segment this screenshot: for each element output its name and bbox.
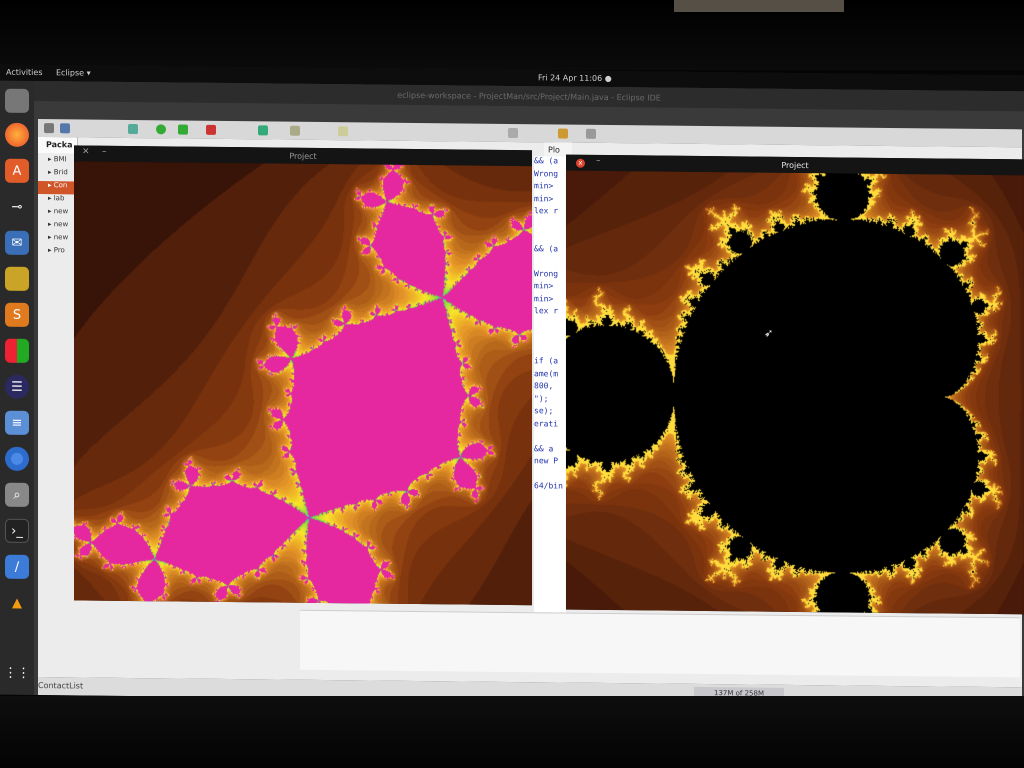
run-icon[interactable] <box>156 124 166 135</box>
chrome-icon[interactable] <box>5 446 29 471</box>
code-line: ame(m <box>534 368 559 378</box>
code-line: && (a <box>534 156 559 166</box>
code-line: Wrong <box>534 168 559 178</box>
code-line: lex r <box>534 206 559 216</box>
back-icon[interactable] <box>558 128 568 139</box>
package-item[interactable]: ▸ new <box>38 220 78 233</box>
eclipse-icon[interactable]: ☰ <box>5 374 29 399</box>
package-item[interactable]: ▸ BMI <box>38 155 78 168</box>
code-line: && (a <box>534 243 559 253</box>
screen: Activities Eclipse ▾ Fri 24 Apr 11:06 ● … <box>0 64 1024 706</box>
package-item[interactable]: ▸ new <box>38 207 78 220</box>
mandelbrot-fractal-canvas[interactable] <box>566 170 1024 615</box>
text-editor-icon[interactable]: ≡ <box>5 410 29 435</box>
forward-icon[interactable] <box>586 128 596 139</box>
mandelbrot-close-button[interactable]: x <box>576 158 585 168</box>
teapot-icon[interactable] <box>5 266 29 291</box>
code-line: 64/bin <box>534 481 563 491</box>
firefox-icon[interactable] <box>5 122 29 147</box>
search-toolbar-icon[interactable] <box>338 126 348 137</box>
clock[interactable]: Fri 24 Apr 11:06 ● <box>538 73 612 83</box>
activities-button[interactable]: Activities <box>6 68 43 77</box>
mandelbrot-minimize-button[interactable]: – <box>596 156 601 166</box>
julia-fractal-canvas[interactable] <box>74 161 532 606</box>
package-item[interactable]: ▸ Brid <box>38 168 78 181</box>
julia-title-text: Project <box>289 151 317 161</box>
code-line: 800, <box>534 381 554 391</box>
code-line: && a <box>534 443 554 453</box>
software-center-icon[interactable]: A <box>5 158 29 183</box>
pen-icon[interactable]: / <box>5 554 29 579</box>
package-item[interactable]: ▸ new <box>38 233 78 246</box>
package-item[interactable]: ▸ Con <box>38 181 78 195</box>
next-annotation-icon[interactable] <box>508 127 518 139</box>
new-java-class-icon[interactable] <box>258 125 268 136</box>
debug-icon[interactable] <box>128 123 138 135</box>
monitor-bezel-top <box>0 0 1024 70</box>
save-icon[interactable] <box>60 123 70 134</box>
julia-window: × – Project <box>74 145 532 606</box>
console-panel <box>300 609 1020 678</box>
open-type-icon[interactable] <box>290 125 300 136</box>
code-line: min> <box>534 193 554 203</box>
package-item[interactable]: ▸ lab <box>38 194 78 207</box>
dock: A ⊸ ✉ S ☰ ≡ ⌕ ›_ / ▲ ⋮⋮ <box>0 80 34 695</box>
code-line: min> <box>534 181 554 191</box>
package-list: ▸ BMI ▸ Brid ▸ Con ▸ lab ▸ new ▸ new ▸ new ▸ Pr… <box>38 155 78 259</box>
monitor-bezel-bottom <box>0 696 1024 768</box>
package-explorer-tab[interactable]: Packa <box>38 137 78 154</box>
mail-icon[interactable]: ✉ <box>5 230 29 255</box>
status-selection: ContactList <box>38 681 84 691</box>
coverage-icon[interactable] <box>178 124 188 135</box>
code-line: min> <box>534 281 554 291</box>
search-icon[interactable]: ⌕ <box>5 482 29 507</box>
external-tools-icon[interactable] <box>206 124 216 135</box>
app-menu[interactable]: Eclipse ▾ <box>56 68 91 77</box>
julia-close-icon[interactable]: × <box>82 146 90 156</box>
code-line: if (a <box>534 356 559 366</box>
screenshot-icon[interactable]: ⊸ <box>5 194 29 219</box>
new-icon[interactable] <box>44 123 54 134</box>
mandelbrot-title-text: Project <box>781 160 809 171</box>
code-line: new P <box>534 456 559 466</box>
package-item[interactable]: ▸ Pro <box>38 246 78 259</box>
mandelbrot-window: x – Project ➶ <box>566 154 1024 615</box>
julia-minimize-button[interactable]: – <box>102 147 107 157</box>
terminal-icon[interactable]: ›_ <box>5 518 29 543</box>
code-line: Wrong <box>534 268 559 278</box>
apps-grid-icon[interactable]: ⋮⋮ <box>4 660 30 685</box>
reflection <box>674 0 844 12</box>
code-line: min> <box>534 293 554 303</box>
sublime-icon[interactable]: S <box>5 302 29 327</box>
code-line: lex r <box>534 306 559 316</box>
code-line: "); <box>534 393 549 403</box>
mouse-cursor-icon: ➶ <box>764 326 774 340</box>
vlc-icon[interactable]: ▲ <box>5 590 29 615</box>
code-line: se); <box>534 406 554 416</box>
code-line: erati <box>534 418 559 428</box>
code-editor[interactable]: && (a Wrong min> min> lex r && (a Wrong min>… <box>534 156 566 617</box>
windows-icon[interactable] <box>5 338 29 363</box>
files-icon[interactable] <box>5 88 29 113</box>
